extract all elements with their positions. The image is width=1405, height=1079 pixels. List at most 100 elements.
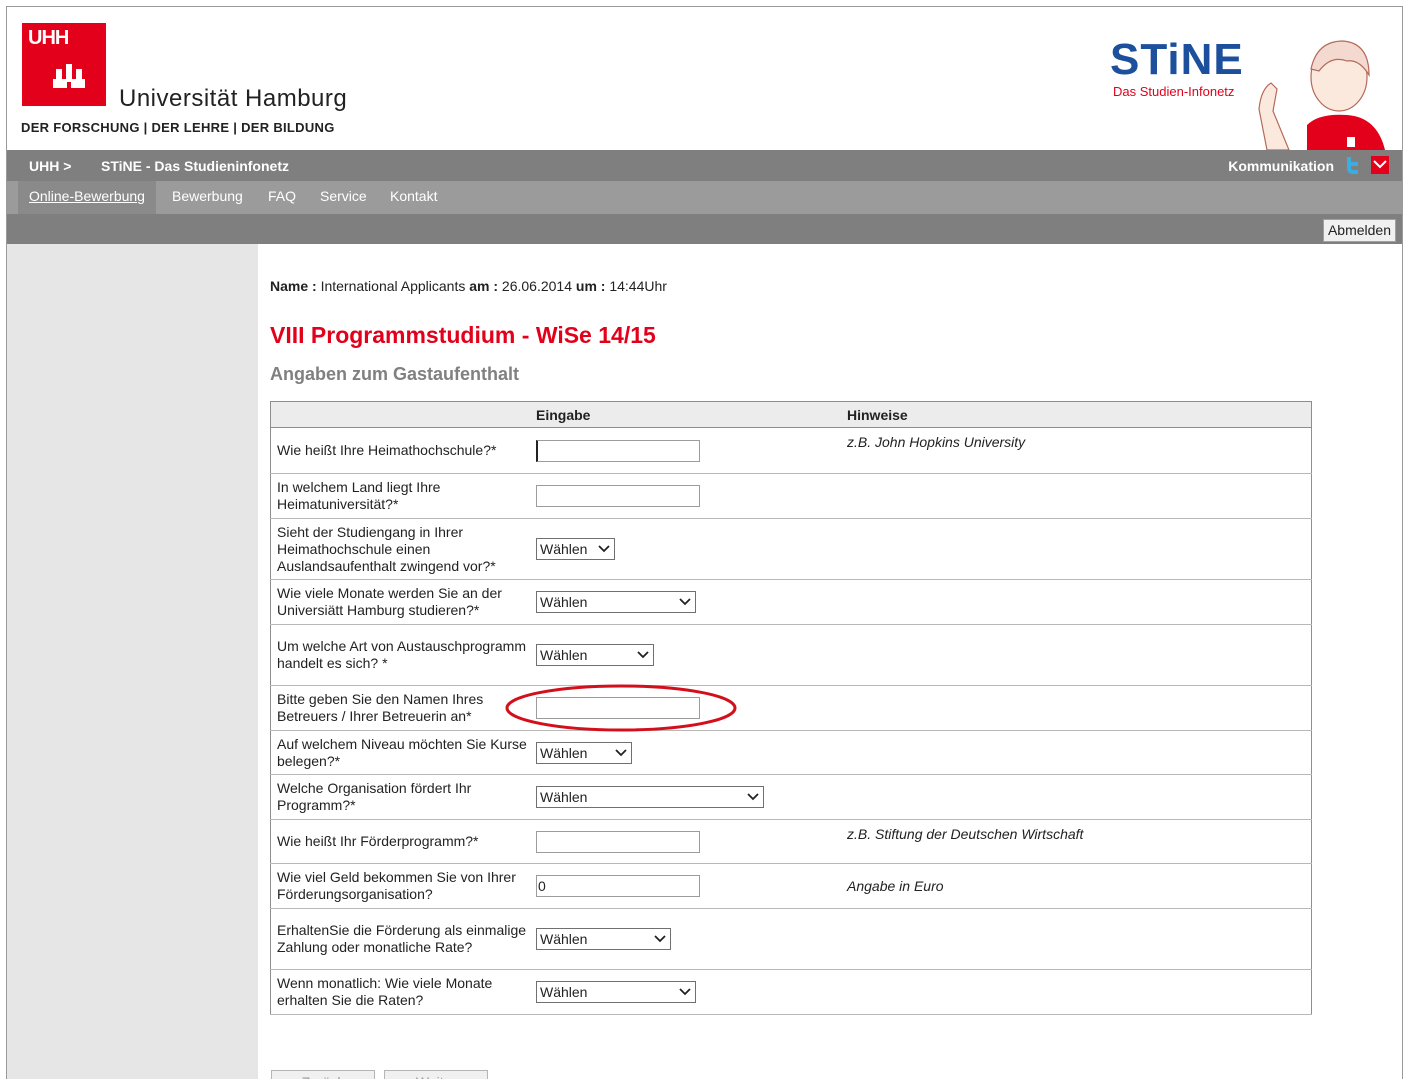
table-row: In welchem Land liegt Ihre Heimatunivers…	[270, 473, 1312, 519]
column-header-eingabe: Eingabe	[536, 401, 847, 428]
table-row: Wie heißt Ihre Heimathochschule?* z.B. J…	[270, 427, 1312, 474]
stine-subtitle: Das Studien-Infonetz	[1113, 84, 1235, 99]
table-row: Um welche Art von Austauschprogramm hand…	[270, 624, 1312, 686]
page-title: VIII Programmstudium - WiSe 14/15	[270, 322, 656, 348]
session-bar: Abmelden	[7, 214, 1402, 244]
chevron-down-icon	[654, 935, 666, 943]
hint-text: z.B. Stiftung der Deutschen Wirtschaft	[847, 819, 1312, 864]
browser-page: UHH Universität Hamburg DER FORSCHUNG | …	[6, 6, 1403, 1079]
breadcrumb-home[interactable]: UHH >	[29, 158, 71, 174]
twitter-icon[interactable]	[1344, 155, 1362, 175]
study-months-select[interactable]: Wählen	[536, 591, 696, 613]
sidebar	[7, 244, 258, 1079]
chevron-down-icon	[615, 748, 627, 756]
course-level-select[interactable]: Wählen	[536, 741, 632, 764]
application-form-table: Eingabe Hinweise Wie heißt Ihre Heimatho…	[270, 401, 1312, 1015]
date-label: am :	[469, 278, 499, 294]
main-menu: Online-Bewerbung Bewerbung FAQ Service K…	[7, 181, 1402, 214]
breadcrumb-current[interactable]: STiNE - Das Studieninfonetz	[101, 158, 289, 174]
hint-text	[847, 730, 1312, 775]
hint-text: z.B. John Hopkins University	[847, 427, 1312, 474]
hint-text	[847, 685, 1312, 731]
chevron-down-icon	[747, 793, 759, 801]
logout-button[interactable]: Abmelden	[1322, 219, 1396, 242]
section-title: Angaben zum Gastaufenthalt	[270, 364, 520, 384]
column-header-hinweise: Hinweise	[847, 401, 1312, 428]
question-label: Auf welchem Niveau möchten Sie Kurse bel…	[270, 730, 536, 775]
university-name: Universität Hamburg	[119, 85, 348, 112]
menu-item-faq[interactable]: FAQ	[257, 181, 307, 214]
breadcrumb-bar: UHH > STiNE - Das Studieninfonetz Kommun…	[7, 150, 1402, 181]
stine-mascot-image	[1258, 40, 1385, 150]
exchange-program-select[interactable]: Wählen	[536, 644, 654, 666]
mandatory-abroad-select[interactable]: Wählen	[536, 538, 615, 560]
hint-text	[847, 774, 1312, 820]
name-label: Name :	[270, 278, 317, 294]
time-label: um :	[575, 278, 606, 294]
stine-logo[interactable]: STiNE	[1110, 35, 1244, 85]
chevron-down-icon	[679, 598, 691, 606]
column-header-question	[270, 401, 536, 428]
select-value: Wählen	[540, 647, 588, 663]
date-value: 26.06.2014	[501, 278, 572, 294]
name-value: International Applicants	[320, 278, 466, 294]
table-header-row: Eingabe Hinweise	[270, 401, 1312, 428]
communication-link[interactable]: Kommunikation	[1228, 158, 1334, 174]
table-row: Bitte geben Sie den Namen Ihres Betreuer…	[270, 685, 1312, 731]
castle-icon	[53, 64, 85, 88]
session-info: Name : International Applicants am : 26.…	[270, 278, 667, 294]
chevron-down-icon	[637, 651, 649, 659]
chevron-down-icon	[598, 545, 610, 553]
installment-months-select[interactable]: Wählen	[536, 981, 696, 1003]
chevron-down-icon	[679, 988, 691, 996]
table-row: Sieht der Studiengang in Ihrer Heimathoc…	[270, 518, 1312, 580]
question-label: Wie heißt Ihr Förderprogramm?*	[270, 819, 536, 864]
question-label: In welchem Land liegt Ihre Heimatunivers…	[270, 473, 536, 519]
select-value: Wählen	[540, 984, 588, 1000]
home-country-input[interactable]	[536, 485, 700, 507]
home-university-input[interactable]	[536, 439, 700, 462]
select-value: Wählen	[540, 744, 588, 761]
question-label: Welche Organisation fördert Ihr Programm…	[270, 774, 536, 820]
table-row: Wenn monatlich: Wie viele Monate erhalte…	[270, 969, 1312, 1015]
table-row: Wie viele Monate werden Sie an der Unive…	[270, 579, 1312, 625]
table-row: ErhaltenSie die Förderung als einmalige …	[270, 908, 1312, 970]
next-button[interactable]: Weiter	[384, 1070, 488, 1079]
select-value: Wählen	[540, 541, 588, 557]
hint-text	[847, 518, 1312, 580]
table-row: Welche Organisation fördert Ihr Programm…	[270, 774, 1312, 820]
menu-item-bewerbung[interactable]: Bewerbung	[161, 181, 254, 214]
question-label: Wie viele Monate werden Sie an der Unive…	[270, 579, 536, 625]
select-value: Wählen	[540, 931, 588, 947]
logo-abbreviation: UHH	[28, 27, 69, 49]
question-label: ErhaltenSie die Förderung als einmalige …	[270, 908, 536, 970]
funding-program-input[interactable]	[536, 830, 700, 853]
menu-item-online-bewerbung[interactable]: Online-Bewerbung	[18, 181, 156, 214]
question-label: Bitte geben Sie den Namen Ihres Betreuer…	[270, 685, 536, 731]
payment-type-select[interactable]: Wählen	[536, 928, 671, 950]
question-label: Sieht der Studiengang in Ihrer Heimathoc…	[270, 518, 536, 580]
time-value: 14:44Uhr	[609, 278, 667, 294]
hint-text	[847, 473, 1312, 519]
question-label: Wie viel Geld bekommen Sie von Ihrer För…	[270, 863, 536, 909]
uhh-logo[interactable]: UHH	[22, 23, 106, 106]
funding-organization-select[interactable]: Wählen	[536, 786, 764, 808]
question-label: Um welche Art von Austauschprogramm hand…	[270, 624, 536, 686]
menu-item-kontakt[interactable]: Kontakt	[379, 181, 448, 214]
hint-text	[847, 908, 1312, 970]
select-value: Wählen	[540, 789, 588, 805]
table-row: Wie heißt Ihr Förderprogramm?* z.B. Stif…	[270, 819, 1312, 864]
question-label: Wie heißt Ihre Heimathochschule?*	[270, 427, 536, 474]
select-value: Wählen	[540, 594, 588, 610]
back-button[interactable]: Zurück	[271, 1070, 375, 1079]
funding-amount-input[interactable]: 0	[536, 875, 700, 897]
supervisor-name-input[interactable]	[536, 697, 700, 719]
menu-item-service[interactable]: Service	[309, 181, 378, 214]
question-label: Wenn monatlich: Wie viele Monate erhalte…	[270, 969, 536, 1015]
mail-icon[interactable]	[1371, 156, 1389, 174]
hint-text	[847, 624, 1312, 686]
main-content: Name : International Applicants am : 26.…	[270, 244, 1390, 1079]
table-row: Auf welchem Niveau möchten Sie Kurse bel…	[270, 730, 1312, 775]
hint-text: Angabe in Euro	[847, 863, 1312, 909]
table-row: Wie viel Geld bekommen Sie von Ihrer För…	[270, 863, 1312, 909]
